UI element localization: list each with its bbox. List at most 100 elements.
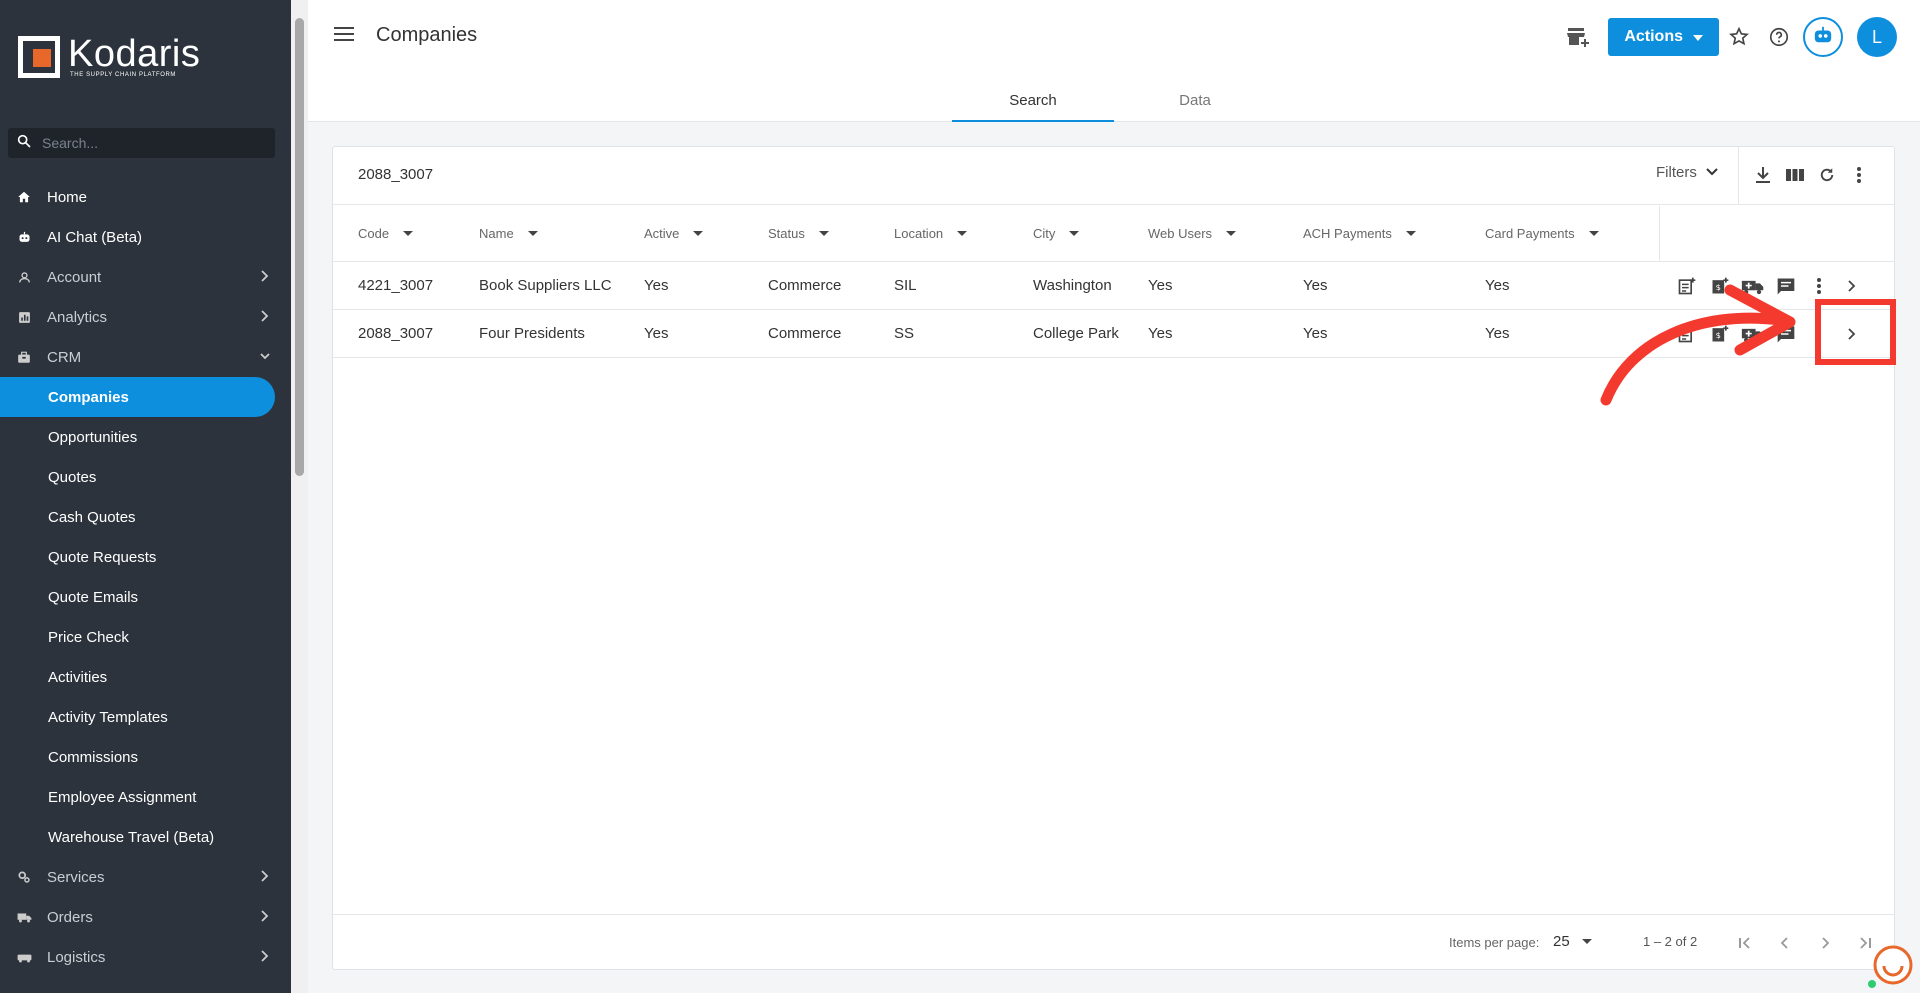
sidebar-item-services[interactable]: Services bbox=[0, 857, 291, 897]
logo-tagline: THE SUPPLY CHAIN PLATFORM bbox=[70, 72, 177, 78]
column-header-status[interactable]: Status bbox=[768, 226, 829, 241]
annotation-arrow bbox=[1600, 284, 1796, 406]
previous-page-icon[interactable] bbox=[1769, 930, 1801, 956]
sidebar-item-analytics[interactable]: Analytics bbox=[0, 297, 291, 337]
truck-icon bbox=[16, 909, 32, 925]
sidebar-sub-companies[interactable]: Companies bbox=[0, 377, 275, 417]
scrollbar-thumb[interactable] bbox=[295, 18, 304, 476]
sidebar-sub-activity-templates[interactable]: Activity Templates bbox=[0, 697, 291, 737]
sort-caret-icon bbox=[1405, 231, 1416, 236]
kodaris-logo[interactable]: Kodaris THE SUPPLY CHAIN PLATFORM bbox=[18, 35, 200, 78]
tab-search[interactable]: Search bbox=[952, 80, 1114, 122]
sidebar-item-orders[interactable]: Orders bbox=[0, 897, 291, 937]
sidebar: Kodaris THE SUPPLY CHAIN PLATFORM Home A… bbox=[0, 0, 291, 993]
column-header-active[interactable]: Active bbox=[644, 226, 704, 241]
logo-mark bbox=[18, 36, 60, 78]
sidebar-item-home[interactable]: Home bbox=[0, 177, 291, 217]
sidebar-sub-employee-assignment[interactable]: Employee Assignment bbox=[0, 777, 291, 817]
card-toolbar: 2088_3007 Filters bbox=[333, 147, 1894, 205]
sidebar-sub-quotes[interactable]: Quotes bbox=[0, 457, 291, 497]
search-icon bbox=[16, 133, 32, 154]
cell-code: 4221_3007 bbox=[358, 277, 434, 294]
home-icon bbox=[16, 189, 32, 205]
sidebar-item-label: Orders bbox=[47, 908, 93, 926]
cell-code: 2088_3007 bbox=[358, 325, 434, 342]
sidebar-item-label: Home bbox=[47, 188, 88, 206]
sidebar-sub-commissions[interactable]: Commissions bbox=[0, 737, 291, 777]
add-store-icon[interactable] bbox=[1558, 17, 1598, 57]
cell-card-payments: Yes bbox=[1485, 325, 1510, 342]
items-per-page-select[interactable]: 25 bbox=[1553, 933, 1592, 950]
next-page-icon[interactable] bbox=[1809, 930, 1841, 956]
column-label: Status bbox=[768, 226, 805, 241]
sort-caret-icon bbox=[957, 231, 968, 236]
columns-icon[interactable] bbox=[1783, 162, 1807, 188]
actions-button[interactable]: Actions bbox=[1608, 18, 1719, 56]
column-divider bbox=[1659, 206, 1660, 262]
column-header-name[interactable]: Name bbox=[479, 226, 538, 241]
tab-data[interactable]: Data bbox=[1114, 80, 1276, 122]
help-icon[interactable] bbox=[1759, 17, 1799, 57]
table-header: Code Name Active Status Location City We… bbox=[333, 206, 1894, 262]
cell-location: SIL bbox=[894, 277, 917, 294]
robot-icon bbox=[1812, 25, 1834, 50]
sidebar-sub-opportunities[interactable]: Opportunities bbox=[0, 417, 291, 457]
cell-active: Yes bbox=[644, 277, 669, 294]
column-header-ach-payments[interactable]: ACH Payments bbox=[1303, 226, 1416, 241]
sidebar-sub-price-check[interactable]: Price Check bbox=[0, 617, 291, 657]
sidebar-sub-activities[interactable]: Activities bbox=[0, 657, 291, 697]
sort-caret-icon bbox=[818, 231, 829, 236]
chat-support-icon[interactable] bbox=[1866, 940, 1916, 990]
user-avatar[interactable]: L bbox=[1857, 17, 1897, 57]
column-header-location[interactable]: Location bbox=[894, 226, 968, 241]
cell-card-payments: Yes bbox=[1485, 277, 1510, 294]
sidebar-sub-quote-emails[interactable]: Quote Emails bbox=[0, 577, 291, 617]
refresh-icon[interactable] bbox=[1815, 162, 1839, 188]
cell-status: Commerce bbox=[768, 325, 842, 342]
sidebar-sub-quote-requests[interactable]: Quote Requests bbox=[0, 537, 291, 577]
sidebar-sub-cash-quotes[interactable]: Cash Quotes bbox=[0, 497, 291, 537]
filters-dropdown[interactable]: Filters bbox=[1656, 164, 1719, 181]
column-header-code[interactable]: Code bbox=[358, 226, 414, 241]
hamburger-menu-icon[interactable] bbox=[334, 26, 354, 47]
items-per-page-value: 25 bbox=[1553, 933, 1570, 950]
sidebar-item-crm[interactable]: CRM bbox=[0, 337, 291, 377]
search-query-text[interactable]: 2088_3007 bbox=[358, 166, 433, 183]
column-header-city[interactable]: City bbox=[1033, 226, 1080, 241]
column-header-web-users[interactable]: Web Users bbox=[1148, 226, 1237, 241]
caret-down-icon bbox=[1693, 28, 1703, 46]
sidebar-item-label: AI Chat (Beta) bbox=[47, 228, 143, 246]
sidebar-item-label: Logistics bbox=[47, 948, 106, 966]
sidebar-item-account[interactable]: Account bbox=[0, 257, 291, 297]
more-vertical-icon[interactable] bbox=[1847, 162, 1871, 188]
column-label: Code bbox=[358, 226, 390, 241]
services-icon bbox=[16, 869, 32, 885]
cell-location: SS bbox=[894, 325, 915, 342]
star-icon[interactable] bbox=[1719, 17, 1759, 57]
download-icon[interactable] bbox=[1751, 162, 1775, 188]
caret-down-icon bbox=[1581, 939, 1592, 944]
robot-icon bbox=[16, 229, 32, 245]
sort-caret-icon bbox=[403, 231, 414, 236]
column-label: Card Payments bbox=[1485, 226, 1575, 241]
sidebar-item-ai-chat[interactable]: AI Chat (Beta) bbox=[0, 217, 291, 257]
chevron-down-icon bbox=[1705, 164, 1719, 181]
sidebar-sub-warehouse-travel[interactable]: Warehouse Travel (Beta) bbox=[0, 817, 291, 857]
ai-bot-button[interactable] bbox=[1803, 17, 1843, 57]
column-label: City bbox=[1033, 226, 1056, 241]
first-page-icon[interactable] bbox=[1729, 930, 1761, 956]
chevron-right-icon bbox=[259, 909, 271, 927]
chevron-right-icon bbox=[259, 949, 271, 967]
sidebar-item-logistics[interactable]: Logistics bbox=[0, 937, 291, 977]
top-header: Companies Actions L Search Data bbox=[308, 0, 1920, 122]
search-input[interactable] bbox=[42, 135, 242, 151]
chevron-right-icon bbox=[259, 269, 271, 287]
annotation-highlight-box bbox=[1815, 299, 1896, 365]
chevron-right-icon[interactable] bbox=[1835, 274, 1868, 298]
column-label: Web Users bbox=[1148, 226, 1213, 241]
cell-name: Four Presidents bbox=[479, 325, 585, 342]
column-header-card-payments[interactable]: Card Payments bbox=[1485, 226, 1599, 241]
sidebar-scrollbar[interactable] bbox=[291, 0, 308, 993]
sort-caret-icon bbox=[527, 231, 538, 236]
tab-bar: Search Data bbox=[952, 80, 1276, 122]
